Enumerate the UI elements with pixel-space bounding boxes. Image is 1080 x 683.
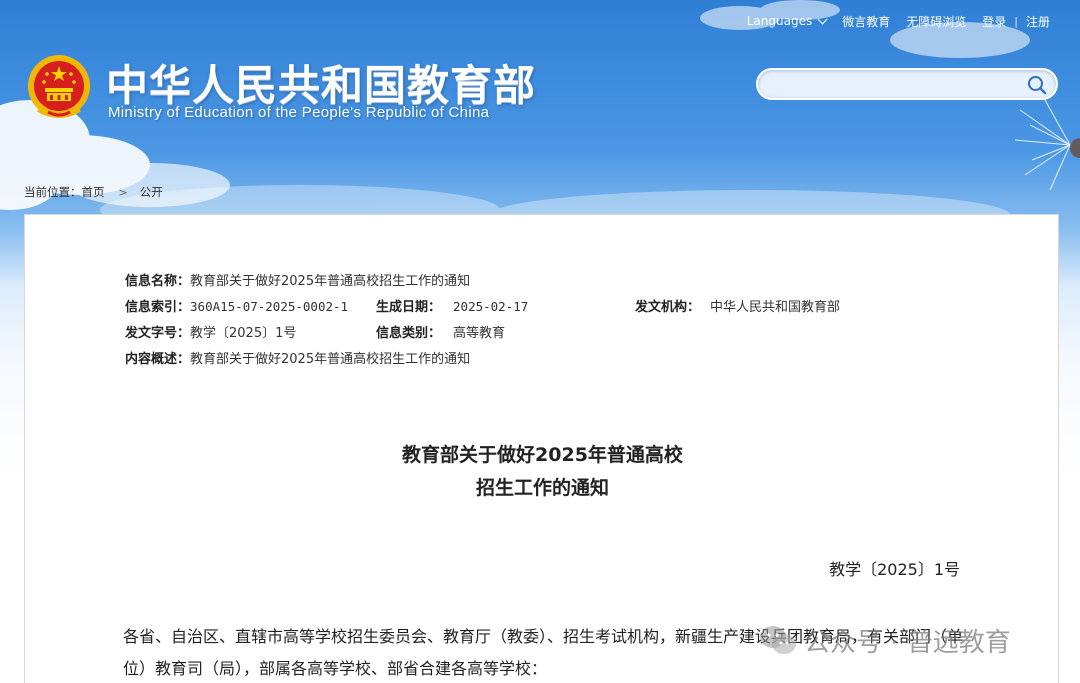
document-title-line-2: 招生工作的通知 [475, 477, 609, 499]
chevron-down-icon [817, 14, 828, 24]
meta-row-date: 生成日期： 2025-02-17 [376, 296, 528, 315]
meta-summary-value: 教育部关于做好2025年普通高校招生工作的通知 [190, 352, 471, 367]
national-emblem-logo[interactable] [26, 52, 92, 122]
weiyan-link[interactable]: 微言教育 [834, 13, 898, 30]
meta-date-value: 2025-02-17 [453, 299, 529, 314]
register-link[interactable]: 注册 [1018, 13, 1058, 30]
breadcrumb-prefix: 当前位置： [24, 185, 82, 199]
meta-docno-value: 教学〔2025〕1号 [190, 326, 297, 341]
meta-org-value: 中华人民共和国教育部 [710, 300, 841, 315]
dandelion-decoration [1014, 99, 1080, 191]
meta-date-label: 生成日期： [376, 300, 442, 315]
meta-row-summary: 内容概述：教育部关于做好2025年普通高校招生工作的通知 [125, 348, 470, 367]
breadcrumb-current[interactable]: 公开 [140, 184, 163, 200]
meta-category-value: 高等教育 [453, 326, 506, 341]
meta-index-value: 360A15-07-2025-0002-1 [190, 299, 349, 314]
meta-row-org: 发文机构： 中华人民共和国教育部 [635, 296, 840, 315]
breadcrumb-home-link[interactable]: 首页 [82, 184, 105, 200]
meta-row-name: 信息名称：教育部关于做好2025年普通高校招生工作的通知 [125, 270, 470, 289]
meta-docno-label: 发文字号： [125, 326, 191, 341]
chevron-right-icon: > [118, 185, 128, 199]
document-number: 教学〔2025〕1号 [829, 560, 960, 579]
meta-summary-label: 内容概述： [125, 352, 191, 367]
meta-category-label: 信息类别： [376, 326, 442, 341]
languages-menu[interactable]: Languages [739, 14, 834, 28]
search-input[interactable] [770, 74, 1020, 94]
breadcrumb: 当前位置： 首页 > 公开 [24, 184, 163, 200]
languages-label: Languages [746, 14, 813, 28]
meta-index-label: 信息索引： [125, 300, 191, 315]
site-subtitle-english: Ministry of Education of the People's Re… [108, 104, 490, 121]
meta-row-docno: 发文字号：教学〔2025〕1号 [125, 322, 296, 341]
meta-row-index: 信息索引：360A15-07-2025-0002-1 [125, 296, 348, 315]
meta-name-value: 教育部关于做好2025年普通高校招生工作的通知 [190, 274, 471, 289]
document-title: 教育部关于做好2025年普通高校 招生工作的通知 [25, 439, 1060, 505]
meta-name-label: 信息名称： [125, 274, 191, 289]
watermark: 公众号 · 普远教育 [758, 620, 1011, 660]
content-panel: 信息名称：教育部关于做好2025年普通高校招生工作的通知 信息索引：360A15… [24, 214, 1059, 683]
login-link[interactable]: 登录 [974, 13, 1014, 30]
top-utility-bar: Languages 微言教育 无障碍浏览 登录 | 注册 [739, 10, 1058, 32]
meta-row-category: 信息类别： 高等教育 [376, 322, 505, 341]
accessible-browse-link[interactable]: 无障碍浏览 [898, 13, 974, 30]
meta-org-label: 发文机构： [635, 300, 701, 315]
document-title-line-1: 教育部关于做好2025年普通高校 [402, 444, 683, 466]
watermark-text: 公众号 · 普远教育 [804, 627, 1011, 658]
wechat-icon [760, 626, 796, 654]
